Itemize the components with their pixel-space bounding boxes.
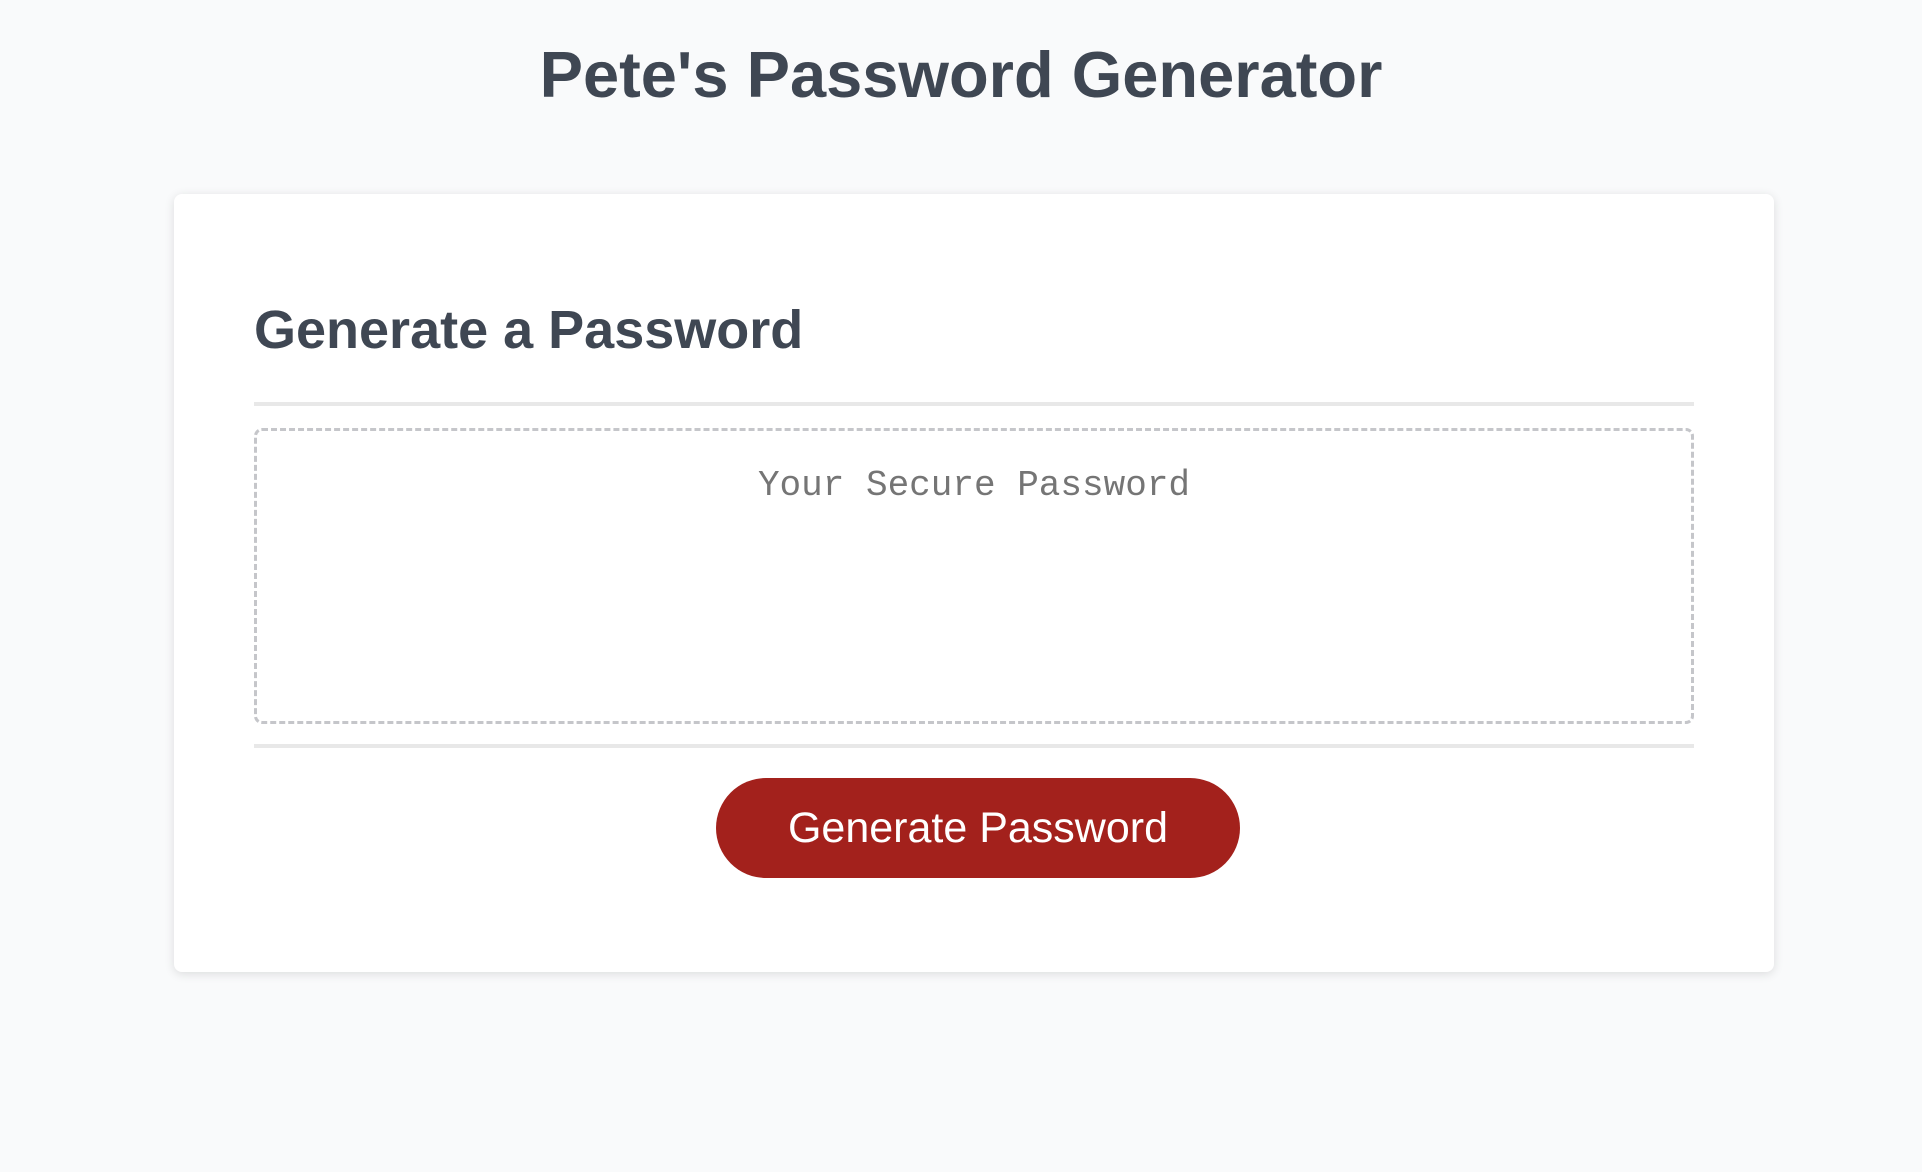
card-header: Generate a Password [254, 194, 1694, 406]
card-body [254, 428, 1694, 724]
generate-password-button[interactable]: Generate Password [716, 778, 1240, 878]
password-card: Generate a Password Generate Password [174, 194, 1774, 972]
page-title: Pete's Password Generator [539, 38, 1383, 111]
password-output[interactable] [254, 428, 1694, 724]
card-heading: Generate a Password [254, 300, 804, 360]
card-footer: Generate Password [254, 744, 1694, 898]
